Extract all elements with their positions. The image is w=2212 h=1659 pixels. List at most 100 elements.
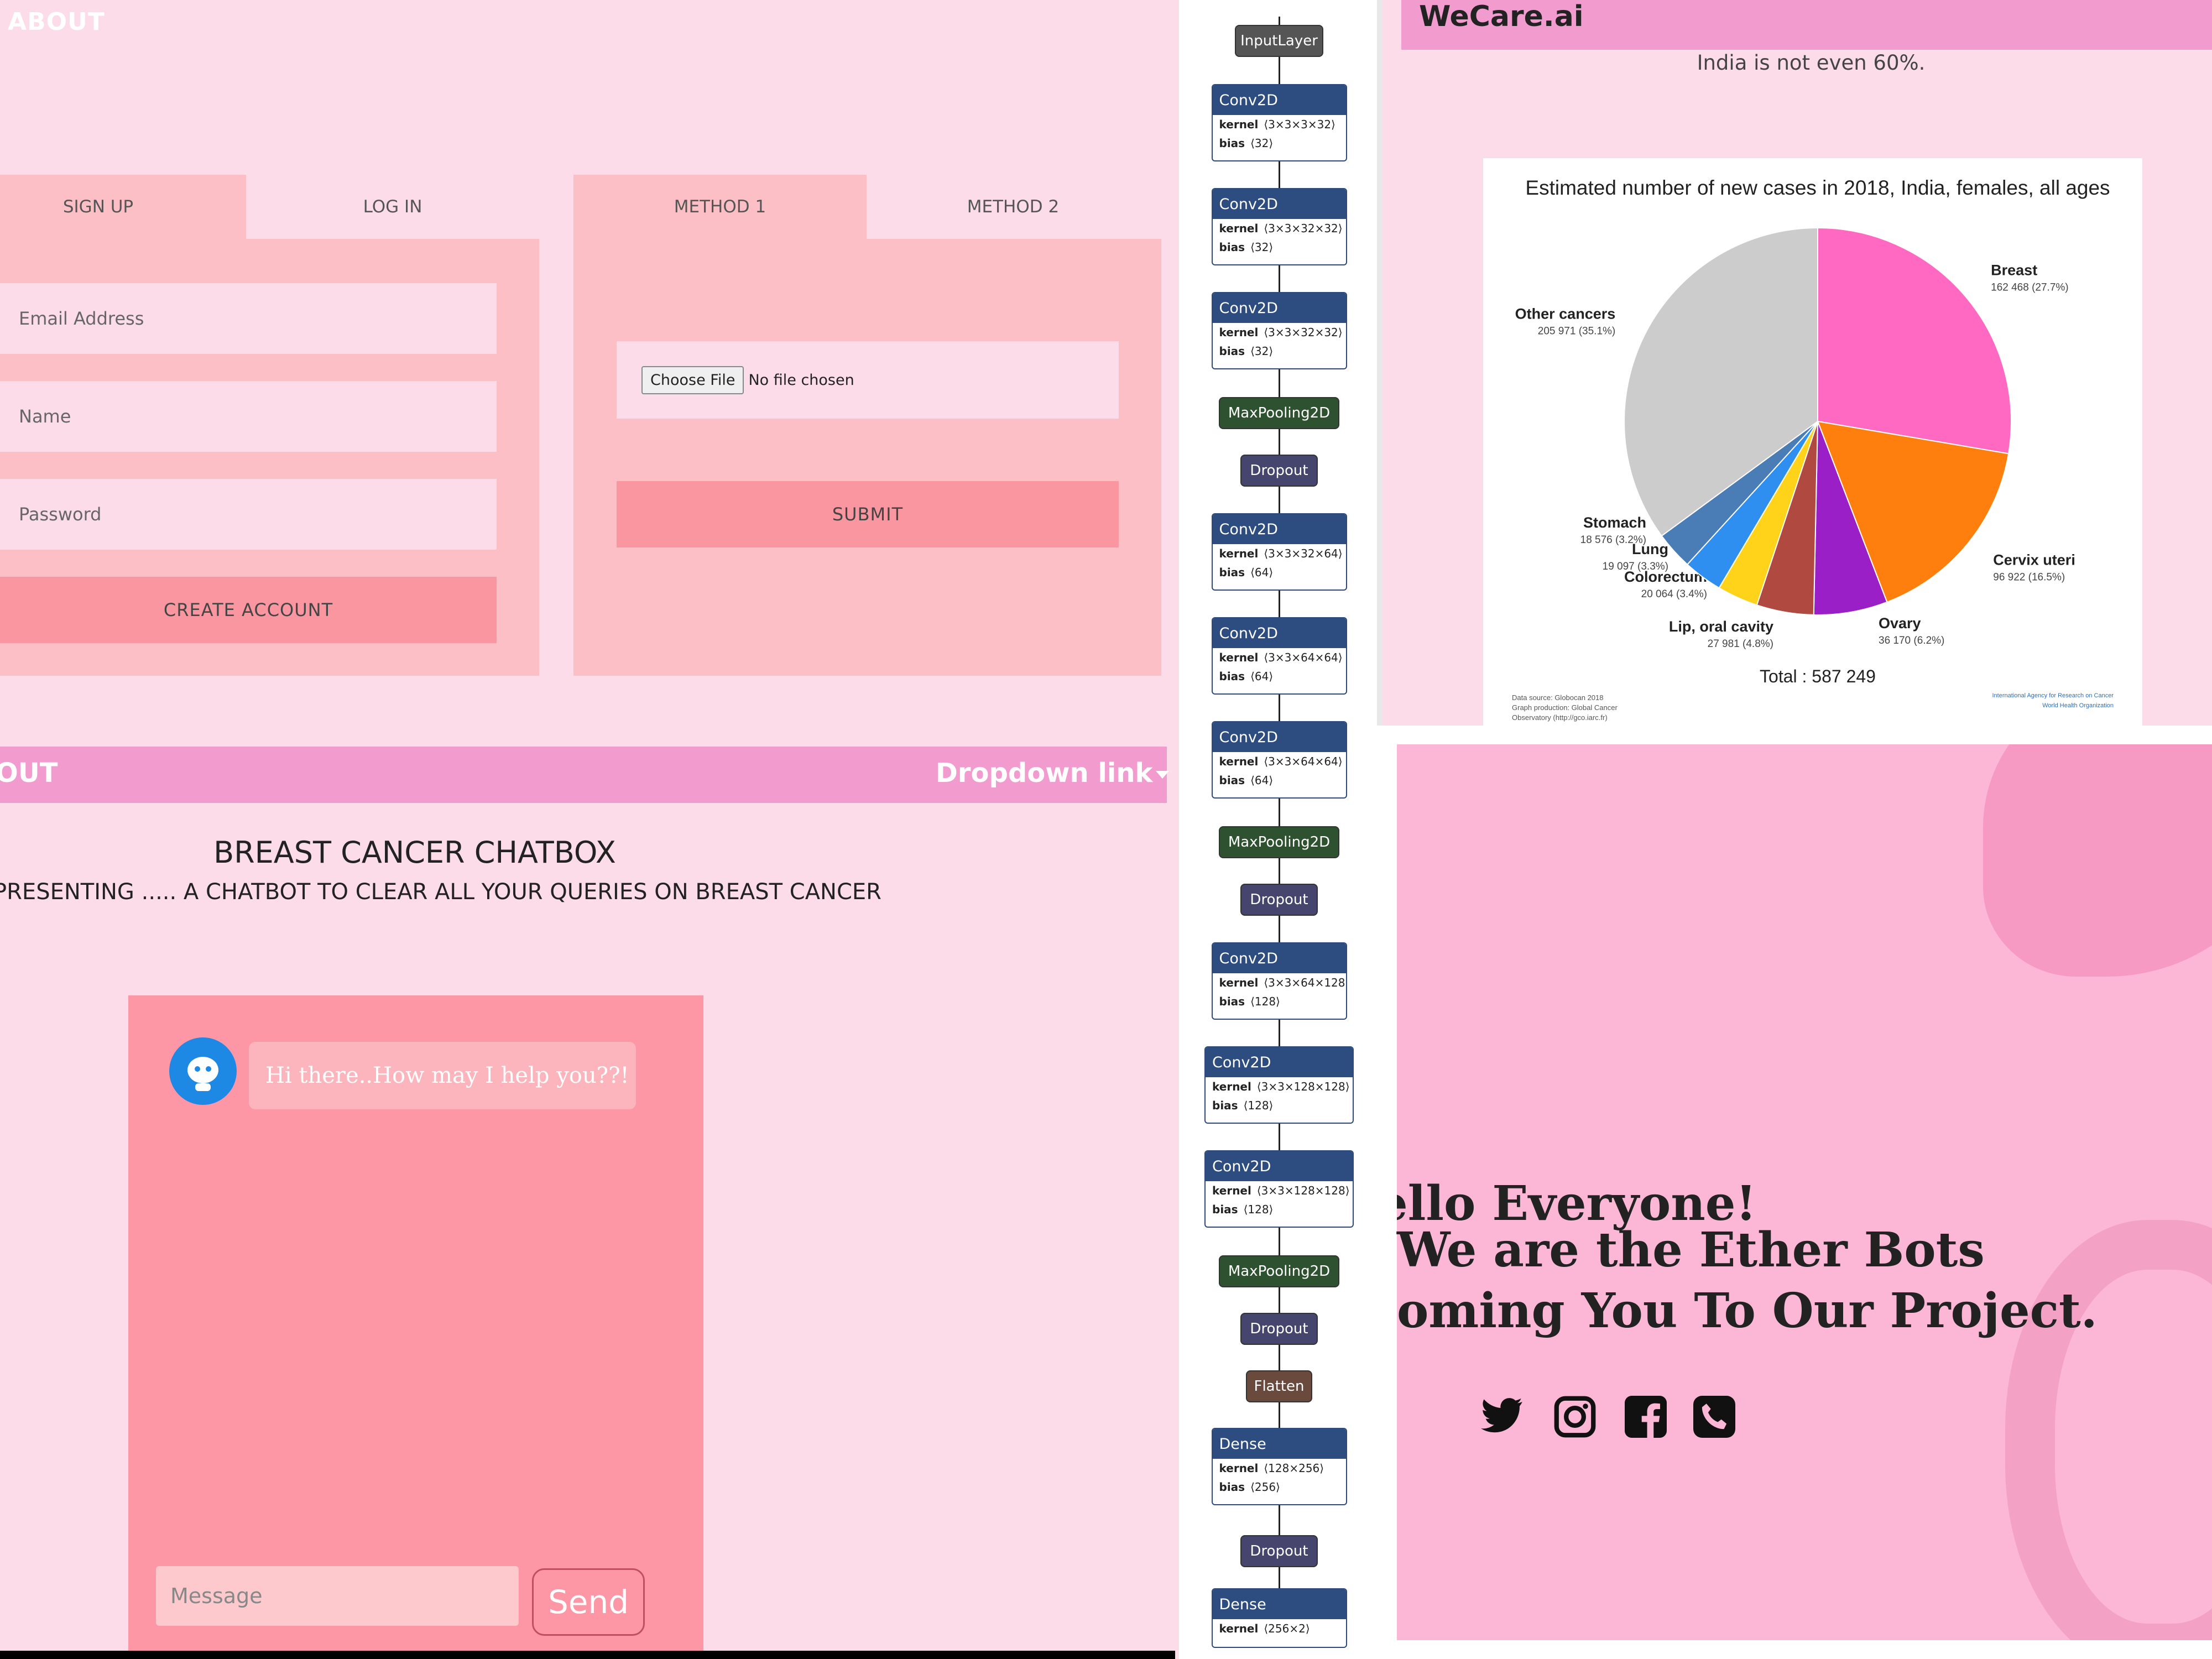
layer-name: Dense — [1212, 1429, 1346, 1459]
chatbox-panel: OUT Dropdown link BREAST CANCER CHATBOX … — [0, 731, 1179, 1659]
password-field[interactable]: Password — [0, 479, 497, 550]
layer-bias: bias ⟨128⟩ — [1212, 1099, 1274, 1112]
chart-source: Data source: Globocan 2018 — [1512, 693, 1604, 702]
layer-node[interactable]: MaxPooling2D — [1219, 397, 1339, 429]
pie-slice — [1817, 227, 2012, 455]
file-input[interactable]: Choose File No file chosen — [617, 341, 1119, 419]
about-title: ABOUT — [8, 8, 105, 36]
layer-node[interactable]: Dropout — [1240, 455, 1318, 487]
slice-value: 27 981 (4.8%) — [1708, 638, 1773, 650]
chatbox-heading: BREAST CANCER CHATBOX — [213, 835, 616, 870]
tab-method-1[interactable]: METHOD 1 — [573, 175, 867, 239]
layer-node[interactable]: Conv2D kernel ⟨3×3×32×64⟩ bias ⟨64⟩ — [1211, 513, 1347, 591]
chart-total: Total : 587 249 — [1760, 666, 1876, 686]
chart-org: World Health Organization — [2042, 702, 2114, 709]
layer-bias: bias ⟨128⟩ — [1212, 1203, 1274, 1216]
layer-node[interactable]: Dense kernel ⟨128×256⟩ bias ⟨256⟩ — [1211, 1428, 1347, 1505]
create-account-button[interactable]: CREATE ACCOUNT — [0, 577, 497, 643]
chart-source: Observatory (http://gco.iarc.fr) — [1512, 713, 1608, 722]
layer-node[interactable]: Dense kernel ⟨256×2⟩ — [1211, 1588, 1347, 1648]
layer-kernel: kernel ⟨3×3×64×64⟩ — [1219, 651, 1343, 664]
submit-button[interactable]: SUBMIT — [617, 481, 1119, 547]
stat-note: India is not even 60%. — [1697, 51, 1926, 75]
welcome-panel: Hello Everyone! We are the Ether Bots om… — [1378, 726, 2212, 1659]
layer-name: Conv2D — [1212, 189, 1346, 219]
layer-kernel: kernel ⟨3×3×32×32⟩ — [1219, 326, 1343, 339]
layer-node[interactable]: Conv2D kernel ⟨3×3×32×32⟩ bias ⟨32⟩ — [1211, 292, 1347, 369]
layer-node[interactable]: Conv2D kernel ⟨3×3×32×32⟩ bias ⟨32⟩ — [1211, 188, 1347, 265]
tab-sign-up[interactable]: SIGN UP — [0, 175, 196, 239]
layer-node[interactable]: Dropout — [1240, 1535, 1318, 1567]
layer-node[interactable]: Conv2D kernel ⟨3×3×128×128⟩ bias ⟨128⟩ — [1204, 1046, 1354, 1124]
facebook-icon[interactable] — [1625, 1396, 1667, 1438]
layer-bias: bias ⟨64⟩ — [1219, 566, 1274, 579]
bot-avatar — [169, 1037, 237, 1105]
banner-background: Hello Everyone! — [1397, 744, 2212, 1640]
layer-name: Conv2D — [1206, 1151, 1353, 1181]
layer-bias: bias ⟨32⟩ — [1219, 137, 1274, 150]
layer-node[interactable]: MaxPooling2D — [1219, 1255, 1339, 1287]
layer-node[interactable]: InputLayer — [1235, 25, 1323, 57]
phone-icon[interactable] — [1693, 1396, 1735, 1438]
email-field[interactable]: Email Address — [0, 283, 497, 354]
welcome-line-3: oming You To Our Project. — [1397, 1283, 2098, 1339]
signup-panel: ABOUT SIGN UP LOG IN Email Address Name … — [0, 0, 1179, 731]
statistics-panel: WeCare.ai India is not even 60%. Estimat… — [1383, 0, 2212, 726]
layer-node[interactable]: MaxPooling2D — [1219, 826, 1339, 858]
slice-label: Ovary — [1879, 615, 1921, 632]
upload-card — [573, 239, 1161, 676]
caret-down-icon — [1156, 771, 1169, 779]
layer-node[interactable]: Dropout — [1240, 1313, 1318, 1345]
divider — [1179, 0, 1186, 1659]
bot-message-bubble: Hi there..How may I help you??! — [249, 1042, 636, 1109]
slice-label: Lip, oral cavity — [1669, 618, 1773, 635]
layer-bias: bias ⟨256⟩ — [1219, 1480, 1280, 1494]
nav-dropdown-link[interactable]: Dropdown link — [936, 758, 1152, 789]
robot-icon — [187, 1057, 218, 1091]
chatbox-subheading: PRESENTING ..... A CHATBOT TO CLEAR ALL … — [0, 879, 881, 905]
layer-kernel: kernel ⟨256×2⟩ — [1219, 1622, 1310, 1635]
layer-name: Conv2D — [1212, 722, 1346, 752]
choose-file-button[interactable]: Choose File — [641, 366, 744, 394]
send-button[interactable]: Send — [532, 1568, 645, 1636]
slice-value: 18 576 (3.2%) — [1580, 534, 1646, 546]
layer-bias: bias ⟨32⟩ — [1219, 241, 1274, 254]
layer-node[interactable]: Dropout — [1240, 884, 1318, 916]
layer-name: Conv2D — [1212, 943, 1346, 973]
layer-kernel: kernel ⟨128×256⟩ — [1219, 1462, 1324, 1475]
layer-name: Dense — [1212, 1589, 1346, 1619]
slice-value: 20 064 (3.4%) — [1641, 588, 1707, 600]
layer-node[interactable]: Flatten — [1246, 1370, 1312, 1402]
layer-bias: bias ⟨64⟩ — [1219, 774, 1274, 787]
twitter-icon[interactable] — [1479, 1394, 1526, 1437]
message-input[interactable]: Message — [156, 1566, 519, 1626]
layer-bias: bias ⟨64⟩ — [1219, 670, 1274, 683]
layer-kernel: kernel ⟨3×3×3×32⟩ — [1219, 118, 1335, 131]
layer-name: Conv2D — [1206, 1047, 1353, 1077]
layer-node[interactable]: Conv2D kernel ⟨3×3×64×64⟩ bias ⟨64⟩ — [1211, 721, 1347, 799]
file-status: No file chosen — [748, 371, 854, 389]
tab-method-2[interactable]: METHOD 2 — [867, 175, 1160, 239]
slice-label: Other cancers — [1515, 306, 1616, 322]
layer-kernel: kernel ⟨3×3×64×64⟩ — [1219, 755, 1343, 768]
chart-org: International Agency for Research on Can… — [1992, 692, 2114, 699]
layer-node[interactable]: Conv2D kernel ⟨3×3×64×64⟩ bias ⟨64⟩ — [1211, 617, 1347, 695]
tab-log-in[interactable]: LOG IN — [246, 175, 539, 239]
layer-node[interactable]: Conv2D kernel ⟨3×3×64×128⟩ bias ⟨128⟩ — [1211, 942, 1347, 1020]
divider — [1377, 0, 1383, 726]
slice-value: 36 170 (6.2%) — [1879, 635, 1944, 646]
slice-label: Stomach — [1583, 514, 1646, 531]
slice-label: Cervix uteri — [1993, 552, 2075, 568]
instagram-icon[interactable] — [1554, 1396, 1596, 1438]
slice-label: Breast — [1991, 262, 2037, 278]
layer-kernel: kernel ⟨3×3×128×128⟩ — [1212, 1184, 1350, 1197]
layer-node[interactable]: Conv2D kernel ⟨3×3×3×32⟩ bias ⟨32⟩ — [1211, 84, 1347, 161]
slice-value: 19 097 (3.3%) — [1603, 561, 1668, 572]
welcome-line-2: We are the Ether Bots — [1397, 1222, 1985, 1278]
name-field[interactable]: Name — [0, 381, 497, 452]
nav-about-link[interactable]: OUT — [0, 758, 58, 789]
chart-card: Estimated number of new cases in 2018, I… — [1483, 158, 2142, 726]
layer-node[interactable]: Conv2D kernel ⟨3×3×128×128⟩ bias ⟨128⟩ — [1204, 1150, 1354, 1228]
slice-value: 205 971 (35.1%) — [1538, 326, 1616, 337]
pie-chart: Estimated number of new cases in 2018, I… — [1512, 176, 2114, 722]
